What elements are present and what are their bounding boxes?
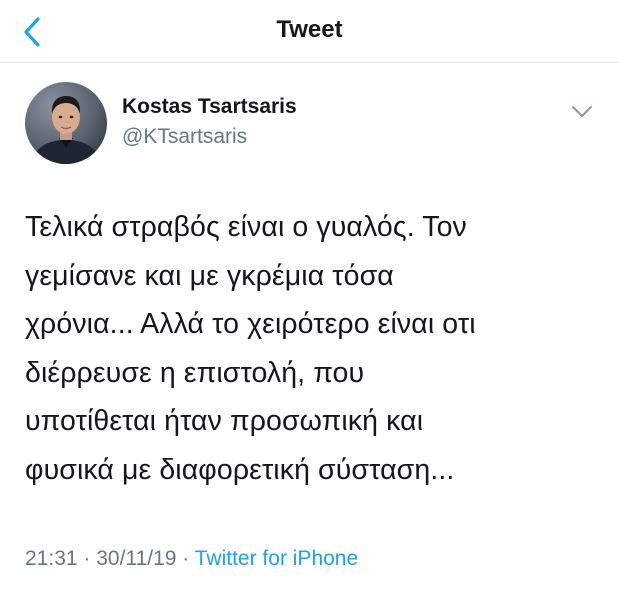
meta-separator: · <box>182 547 190 570</box>
avatar-photo <box>25 82 107 164</box>
tweet-date: 30/11/19 <box>96 547 177 570</box>
meta-separator: · <box>83 547 91 570</box>
navigation-bar: Tweet <box>0 0 619 63</box>
page-title: Tweet <box>276 16 343 43</box>
tweet-text-line: Τελικά στραβός είναι ο γυαλός. Τον <box>25 211 467 243</box>
author-name[interactable]: Kostas Tsartsaris <box>122 95 297 119</box>
chevron-down-icon <box>572 106 592 117</box>
tweet-time: 21:31 <box>25 547 78 570</box>
tweet-source-link[interactable]: Twitter for iPhone <box>195 547 358 570</box>
tweet-text-line: φυσικά με διαφορετική σύσταση... <box>25 453 455 486</box>
tweet-text: Τελικά στραβός είναι ο γυαλός. Τον γεμίσ… <box>25 203 600 494</box>
tweet-text-line: διέρρευσε η επιστολή, που <box>25 356 365 389</box>
author-handle[interactable]: @KTsartsaris <box>122 125 247 149</box>
tweet-detail: Kostas Tsartsaris @KTsartsaris Τελικά στ… <box>0 63 619 593</box>
tweet-text-line: γεμίσανε και με γκρέμια τόσα <box>25 259 394 292</box>
avatar[interactable] <box>25 82 107 164</box>
tweet-metadata: 21:31 · 30/11/19 · Twitter for iPhone <box>25 547 358 571</box>
tweet-menu-button[interactable] <box>569 101 595 121</box>
tweet-text-line: υποτίθεται ήταν προσωπική και <box>25 405 424 437</box>
tweet-text-line: χρόνια... Αλλά το χειρότερο είναι οτι <box>25 308 476 340</box>
